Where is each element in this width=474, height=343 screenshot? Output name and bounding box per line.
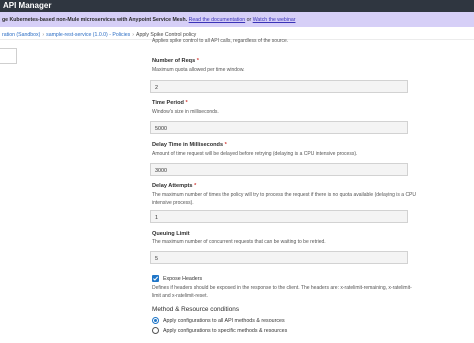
expose-headers-checkbox[interactable] <box>152 275 159 282</box>
form-intro: Applies spike control to all API calls, … <box>152 38 289 44</box>
required-marker: * <box>196 58 199 64</box>
required-marker: * <box>224 142 227 148</box>
breadcrumb-api[interactable]: sample-rest-service (1.0.0) - Policies <box>46 32 130 38</box>
delay-attempts-label: Delay Attempts * <box>152 183 197 189</box>
delay-time-label: Delay Time in Milliseconds * <box>152 142 227 148</box>
required-marker: * <box>194 183 197 189</box>
delay-time-help: Amount of time request will be delayed b… <box>152 151 358 157</box>
number-of-reqs-input[interactable]: 2 <box>150 80 408 93</box>
method-resource-title: Method & Resource conditions <box>152 306 240 313</box>
expose-headers-help: Defines if headers should be exposed in … <box>152 285 412 299</box>
delay-time-input[interactable]: 3000 <box>150 163 408 176</box>
top-bar: API Manager <box>0 0 474 12</box>
queuing-limit-input[interactable]: 5 <box>150 251 408 264</box>
banner-or-text: or <box>246 17 252 23</box>
required-marker: * <box>185 100 188 106</box>
queuing-limit-label: Queuing Limit <box>152 231 190 237</box>
breadcrumb-separator: › <box>132 32 135 38</box>
banner-text: ge Kubernetes-based non-Mule microservic… <box>2 17 188 23</box>
apply-specific-radio[interactable] <box>152 327 159 334</box>
sidebar-panel <box>0 48 17 64</box>
info-banner: ge Kubernetes-based non-Mule microservic… <box>0 12 474 27</box>
number-of-reqs-label: Number of Reqs * <box>152 58 199 64</box>
apply-all-label[interactable]: Apply configurations to all API methods … <box>163 318 285 324</box>
number-of-reqs-help: Maximum quota allowed per time window. <box>152 67 245 73</box>
time-period-label: Time Period * <box>152 100 188 106</box>
expose-headers-label: Expose Headers <box>163 276 203 282</box>
apply-specific-label[interactable]: Apply configurations to specific methods… <box>163 328 287 334</box>
read-documentation-link[interactable]: Read the documentation <box>189 17 246 23</box>
queuing-limit-help: The maximum number of concurrent request… <box>152 239 326 245</box>
time-period-help: Window's size in milliseconds. <box>152 109 219 115</box>
delay-attempts-help: The maximum number of times the policy w… <box>152 192 417 206</box>
delay-attempts-input[interactable]: 1 <box>150 210 408 223</box>
checkmark-icon <box>153 276 159 281</box>
watch-webinar-link[interactable]: Watch the webinar <box>253 17 296 23</box>
breadcrumb-environment[interactable]: ration (Sandbox) <box>2 32 40 38</box>
app-title: API Manager <box>3 1 52 10</box>
apply-all-radio[interactable] <box>152 317 159 324</box>
breadcrumb-separator: › <box>42 32 45 38</box>
time-period-input[interactable]: 5000 <box>150 121 408 134</box>
